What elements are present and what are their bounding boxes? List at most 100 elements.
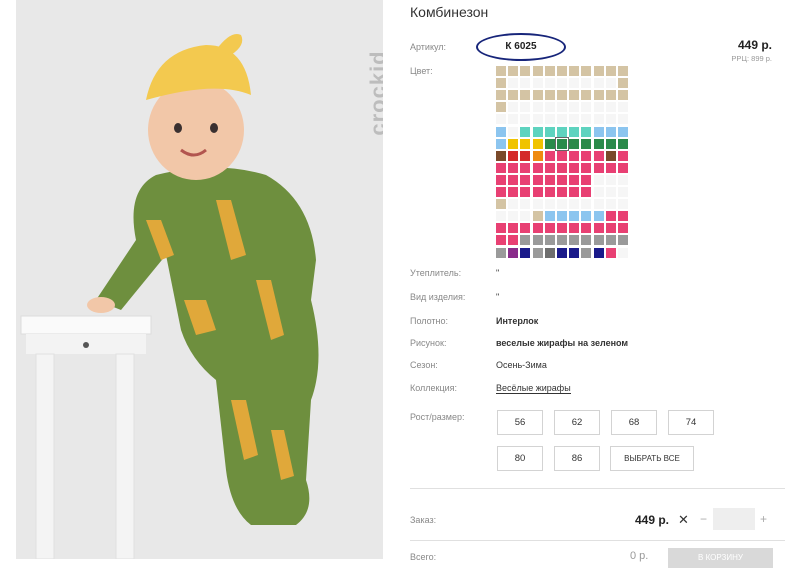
color-swatch[interactable] (569, 78, 580, 89)
color-swatch[interactable] (508, 247, 519, 258)
color-swatch[interactable] (618, 150, 628, 161)
color-swatch[interactable] (581, 126, 592, 137)
collection-link[interactable]: Весёлые жирафы (496, 383, 571, 394)
color-swatch[interactable] (581, 78, 592, 89)
color-swatch[interactable] (618, 174, 628, 185)
color-swatch[interactable] (532, 102, 543, 113)
color-swatch[interactable] (618, 187, 628, 197)
color-swatch[interactable] (557, 90, 567, 101)
color-swatch[interactable] (581, 114, 592, 125)
color-swatch[interactable] (569, 66, 580, 76)
color-swatch[interactable] (618, 66, 628, 76)
color-swatch[interactable] (605, 150, 616, 161)
color-swatch[interactable] (544, 138, 555, 149)
color-swatch[interactable] (569, 162, 580, 173)
size-button[interactable]: 68 (611, 410, 657, 435)
color-swatch[interactable] (508, 235, 519, 246)
color-swatch[interactable] (593, 235, 604, 246)
color-swatch[interactable] (508, 162, 519, 173)
color-swatch[interactable] (496, 223, 506, 234)
color-swatch[interactable] (593, 187, 604, 197)
color-swatch[interactable] (569, 174, 580, 185)
color-swatch[interactable] (593, 247, 604, 258)
color-swatch[interactable] (605, 78, 616, 89)
color-swatch[interactable] (581, 162, 592, 173)
color-swatch[interactable] (532, 211, 543, 222)
color-swatch[interactable] (569, 199, 580, 210)
color-swatch[interactable] (496, 187, 506, 197)
color-swatch[interactable] (532, 235, 543, 246)
color-swatch[interactable] (544, 66, 555, 76)
color-swatch[interactable] (605, 138, 616, 149)
color-swatch[interactable] (496, 126, 506, 137)
color-swatch[interactable] (532, 66, 543, 76)
color-swatch[interactable] (581, 235, 592, 246)
color-swatch[interactable] (593, 174, 604, 185)
color-swatch[interactable] (569, 211, 580, 222)
color-swatch[interactable] (544, 150, 555, 161)
color-swatch[interactable] (520, 66, 531, 76)
color-swatch[interactable] (557, 235, 567, 246)
color-swatch[interactable] (544, 174, 555, 185)
color-swatch[interactable] (557, 102, 567, 113)
color-swatch[interactable] (569, 223, 580, 234)
color-swatch[interactable] (520, 247, 531, 258)
color-swatch[interactable] (508, 90, 519, 101)
color-swatch[interactable] (569, 235, 580, 246)
color-swatch[interactable] (532, 187, 543, 197)
color-swatch[interactable] (569, 102, 580, 113)
color-swatch[interactable] (544, 90, 555, 101)
color-swatch[interactable] (532, 199, 543, 210)
color-swatch[interactable] (532, 150, 543, 161)
color-swatch[interactable] (618, 162, 628, 173)
color-swatch[interactable] (593, 223, 604, 234)
color-swatch[interactable] (496, 235, 506, 246)
color-swatch[interactable] (618, 102, 628, 113)
decrement-button[interactable]: − (700, 512, 707, 526)
color-swatch[interactable] (593, 126, 604, 137)
color-swatch[interactable] (544, 223, 555, 234)
color-swatch[interactable] (593, 114, 604, 125)
collection-link-text[interactable]: Весёлые жирафы (496, 383, 571, 394)
color-swatch[interactable] (508, 126, 519, 137)
color-swatch[interactable] (557, 223, 567, 234)
clear-order-icon[interactable]: ✕ (678, 512, 689, 528)
color-swatch[interactable] (581, 211, 592, 222)
color-swatch[interactable] (557, 78, 567, 89)
color-swatch[interactable] (520, 126, 531, 137)
color-swatch[interactable] (593, 78, 604, 89)
color-swatch[interactable] (520, 162, 531, 173)
color-swatch[interactable] (618, 114, 628, 125)
color-swatch[interactable] (605, 235, 616, 246)
color-swatch[interactable] (555, 136, 569, 151)
color-swatch[interactable] (581, 150, 592, 161)
color-swatch[interactable] (508, 78, 519, 89)
increment-button[interactable]: + (760, 512, 767, 526)
size-button[interactable]: 74 (668, 410, 714, 435)
color-swatch[interactable] (605, 66, 616, 76)
color-swatch[interactable] (581, 174, 592, 185)
color-swatch[interactable] (508, 223, 519, 234)
size-button[interactable]: 56 (497, 410, 543, 435)
color-swatch[interactable] (581, 247, 592, 258)
color-swatch[interactable] (508, 174, 519, 185)
color-swatch[interactable] (618, 138, 628, 149)
color-swatch[interactable] (618, 211, 628, 222)
color-swatch[interactable] (520, 187, 531, 197)
color-swatch[interactable] (618, 223, 628, 234)
color-swatch[interactable] (508, 187, 519, 197)
color-swatch[interactable] (605, 187, 616, 197)
color-swatch[interactable] (618, 199, 628, 210)
color-swatch[interactable] (593, 90, 604, 101)
color-swatch[interactable] (520, 211, 531, 222)
color-swatch[interactable] (532, 126, 543, 137)
select-all-sizes-button[interactable]: ВЫБРАТЬ ВСЕ (610, 446, 694, 471)
color-swatch[interactable] (544, 114, 555, 125)
color-swatch[interactable] (496, 174, 506, 185)
color-swatch[interactable] (557, 174, 567, 185)
color-swatch[interactable] (618, 235, 628, 246)
color-swatch[interactable] (605, 126, 616, 137)
color-swatch[interactable] (544, 126, 555, 137)
color-swatch[interactable] (544, 235, 555, 246)
size-button[interactable]: 80 (497, 446, 543, 471)
